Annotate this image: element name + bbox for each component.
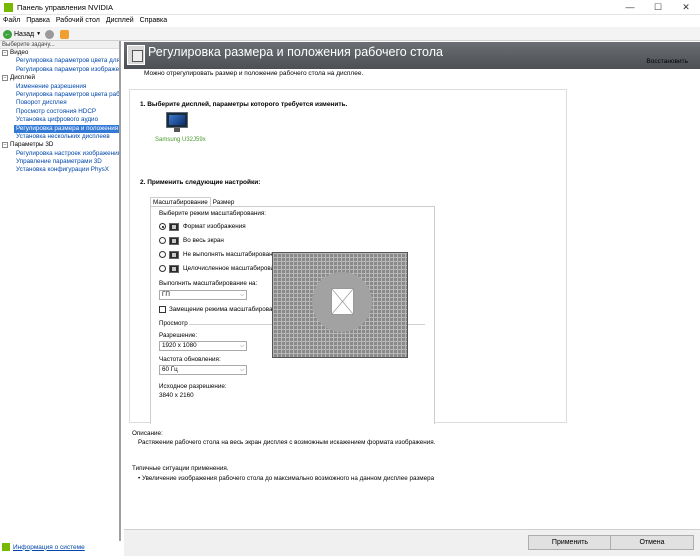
- sidebar-item-desktop-size[interactable]: Регулировка размера и положения рабоч: [14, 124, 119, 133]
- close-button[interactable]: ✕: [672, 0, 700, 15]
- step2-heading: 2. Применить следующие настройки:: [140, 179, 261, 186]
- minimize-button[interactable]: —: [616, 0, 644, 15]
- radio-no-scaling[interactable]: [159, 251, 166, 258]
- collapse-icon[interactable]: −: [2, 142, 8, 149]
- menu-file[interactable]: Файл: [0, 15, 23, 27]
- footer-bar: Применить Отмена: [124, 529, 700, 556]
- menu-edit[interactable]: Правка: [23, 15, 53, 27]
- sidebar-item-digital-audio[interactable]: Установка цифрового аудио: [0, 116, 119, 124]
- home-icon[interactable]: [60, 30, 69, 39]
- sidebar: Выберите задачу... − Видео Регулировка п…: [0, 41, 121, 541]
- sidebar-item-multiple-displays[interactable]: Установка нескольких дисплеев: [0, 133, 119, 141]
- description-bar: Восстановить Можно отрегулировать размер…: [124, 58, 700, 79]
- description-heading: Описание:: [132, 430, 163, 437]
- refresh-label: Частота обновления:: [159, 356, 221, 363]
- option-no-scaling[interactable]: Не выполнять масштабирование: [183, 251, 280, 258]
- apply-button[interactable]: Применить: [528, 535, 612, 550]
- option-aspect-ratio[interactable]: Формат изображения: [183, 223, 246, 230]
- sidebar-item-physx[interactable]: Установка конфигурации PhysX: [0, 166, 119, 174]
- no-scaling-icon: [169, 251, 179, 259]
- override-checkbox[interactable]: [159, 306, 166, 313]
- page-title: Регулировка размера и положения рабочего…: [148, 45, 443, 59]
- maximize-button[interactable]: ☐: [644, 0, 672, 15]
- menu-display[interactable]: Дисплей: [103, 15, 137, 27]
- radio-full-screen[interactable]: [159, 237, 166, 244]
- menu-bar: Файл Правка Рабочий стол Дисплей Справка: [0, 15, 700, 27]
- restore-link[interactable]: Восстановить: [646, 58, 688, 65]
- chevron-down-icon: ⌵: [240, 343, 244, 349]
- perform-on-select[interactable]: ГП ⌵: [159, 290, 247, 300]
- info-icon: [2, 543, 10, 551]
- scaling-mode-label: Выберите режим масштабирования:: [159, 210, 266, 217]
- option-full-screen[interactable]: Во весь экран: [183, 237, 224, 244]
- back-arrow-icon: ←: [3, 29, 12, 39]
- perform-on-label: Выполнить масштабирование на:: [159, 280, 258, 287]
- display-name[interactable]: Samsung U32J59x: [155, 137, 206, 143]
- resolution-select[interactable]: 1920 x 1080 ⌵: [159, 341, 247, 351]
- typical-item: • Увеличение изображения рабочего стола …: [138, 475, 435, 482]
- preview-label: Просмотр: [159, 320, 188, 327]
- option-integer-scaling[interactable]: Целочисленное масштабирование: [183, 265, 285, 272]
- collapse-icon[interactable]: −: [2, 75, 8, 82]
- task-header: Выберите задачу...: [0, 41, 119, 49]
- step1-heading: 1. Выберите дисплей, параметры которого …: [140, 101, 348, 108]
- back-label: Назад: [14, 30, 35, 38]
- scaling-preview: [272, 252, 408, 358]
- sidebar-item-change-resolution[interactable]: Изменение разрешения: [0, 83, 119, 91]
- sidebar-item-3d-manage[interactable]: Управление параметрами 3D: [0, 158, 119, 166]
- collapse-icon[interactable]: −: [2, 50, 8, 56]
- resolution-label: Разрешение:: [159, 332, 198, 339]
- title-bar: Панель управления NVIDIA — ☐ ✕: [0, 0, 700, 15]
- nvidia-logo-icon: [4, 3, 13, 12]
- radio-integer-scaling[interactable]: [159, 265, 166, 272]
- chevron-down-icon[interactable]: ▼: [36, 31, 41, 37]
- forward-icon[interactable]: [45, 30, 54, 39]
- toolbar: ← Назад ▼: [0, 27, 700, 41]
- page-description: Можно отрегулировать размер и положение …: [144, 70, 364, 77]
- sidebar-item-rotate-display[interactable]: Поворот дисплея: [0, 99, 119, 107]
- chevron-down-icon: ⌵: [240, 292, 244, 298]
- preview-image: [331, 288, 354, 315]
- chevron-down-icon: ⌵: [240, 367, 244, 373]
- desktop-size-icon: [127, 45, 145, 65]
- radio-aspect-ratio[interactable]: [159, 223, 166, 230]
- sidebar-item-video-image[interactable]: Регулировка параметров изображения д: [0, 66, 119, 74]
- page-header: Регулировка размера и положения рабочего…: [124, 42, 700, 69]
- display-icon[interactable]: [166, 112, 188, 134]
- sidebar-item-desktop-color[interactable]: Регулировка параметров цвета рабочег: [0, 91, 119, 99]
- sidebar-item-hdcp[interactable]: Просмотр состояния HDCP: [0, 108, 119, 116]
- aspect-ratio-icon: [169, 223, 179, 231]
- source-resolution-value: 3840 x 2160: [159, 392, 194, 399]
- refresh-select[interactable]: 60 Гц ⌵: [159, 365, 247, 375]
- description-text: Растяжение рабочего стола на весь экран …: [138, 439, 436, 446]
- tree-category-display[interactable]: − Дисплей: [0, 74, 119, 82]
- integer-scaling-icon: [169, 265, 179, 273]
- window-title: Панель управления NVIDIA: [17, 3, 113, 12]
- cancel-button[interactable]: Отмена: [610, 535, 694, 550]
- tree-category-3d[interactable]: − Параметры 3D: [0, 141, 119, 149]
- menu-desktop[interactable]: Рабочий стол: [53, 15, 103, 27]
- settings-panel: 1. Выберите дисплей, параметры которого …: [129, 89, 567, 424]
- system-info-link[interactable]: Информация о системе: [2, 543, 85, 551]
- sidebar-item-3d-image-settings[interactable]: Регулировка настроек изображения с п: [0, 150, 119, 158]
- back-button[interactable]: ← Назад ▼: [3, 29, 41, 39]
- source-resolution-label: Исходное разрешение:: [159, 383, 227, 390]
- full-screen-icon: [169, 237, 179, 245]
- menu-help[interactable]: Справка: [137, 15, 170, 27]
- typical-heading: Типичные ситуации применения.: [132, 465, 229, 472]
- sidebar-item-video-color[interactable]: Регулировка параметров цвета для вид: [0, 57, 119, 65]
- tree-category-video[interactable]: − Видео: [0, 49, 119, 57]
